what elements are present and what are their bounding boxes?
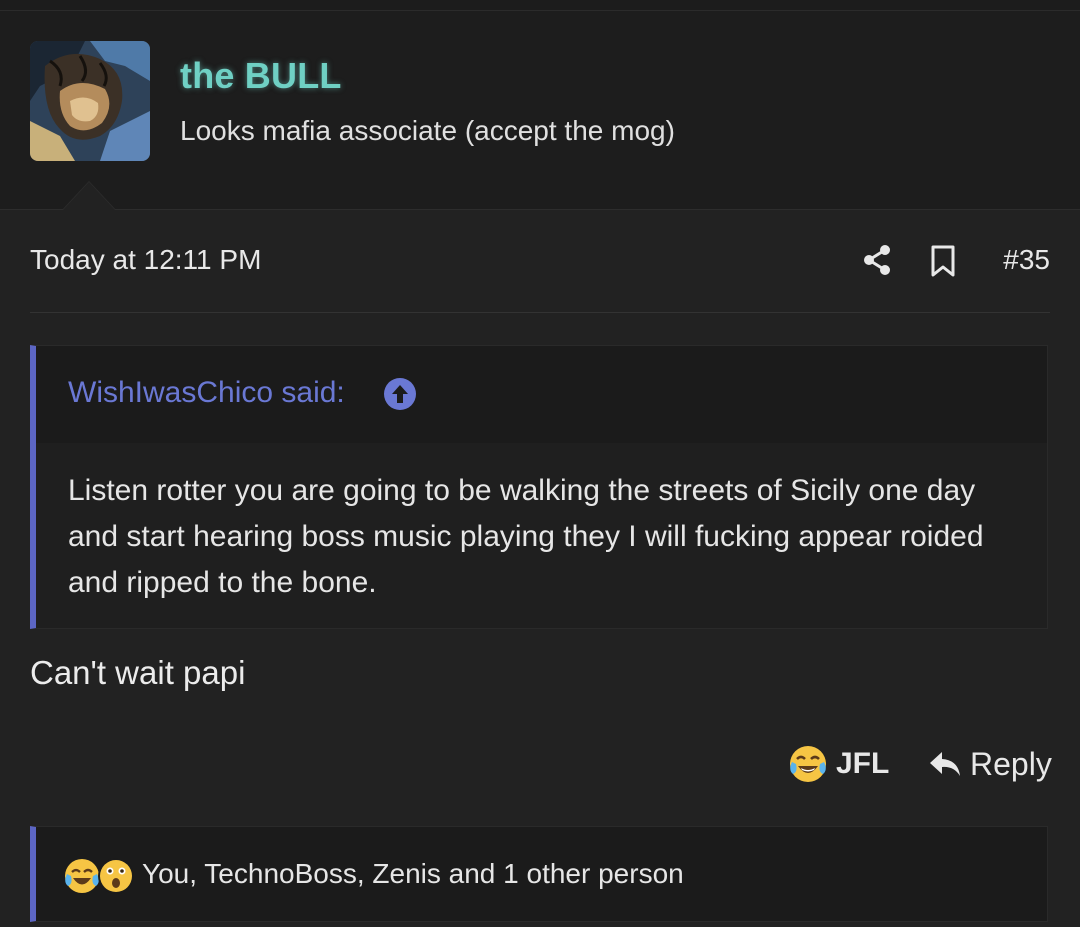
quote-text: Listen rotter you are going to be walkin… <box>68 474 984 599</box>
post-body: Can't wait papi <box>30 654 246 691</box>
reactions-summary-text[interactable]: You, TechnoBoss, Zenis and 1 other perso… <box>142 858 684 890</box>
user-avatar[interactable] <box>30 41 150 161</box>
avatar-image <box>30 41 150 161</box>
crying-laughing-emoji <box>65 859 99 893</box>
post-meta: Today at 12:11 PM #35 <box>30 240 1050 284</box>
reaction-icons <box>62 855 142 897</box>
post-actions: JFL Reply <box>0 740 1080 790</box>
arrow-up-circle-icon[interactable] <box>383 377 417 411</box>
forum-post: the BULL Looks mafia associate (accept t… <box>0 0 1080 927</box>
avatar-pointer <box>63 182 115 210</box>
user-header: the BULL Looks mafia associate (accept t… <box>0 11 1080 210</box>
crying-laughing-emoji <box>790 746 826 782</box>
user-title: Looks mafia associate (accept the mog) <box>180 115 675 146</box>
top-divider <box>0 0 1080 11</box>
bookmark-icon[interactable] <box>928 244 958 278</box>
reaction-summary-icons <box>65 858 134 894</box>
reply-button[interactable]: Reply <box>928 742 1052 786</box>
jfl-label: JFL <box>836 747 890 780</box>
jfl-reaction-button[interactable]: JFL <box>788 742 889 786</box>
astonished-emoji <box>98 858 134 894</box>
reply-label: Reply <box>970 745 1052 782</box>
quote-author[interactable]: WishIwasChico said: <box>68 376 345 410</box>
share-icon[interactable] <box>860 243 894 277</box>
quote-header: WishIwasChico said: <box>36 346 1047 443</box>
quote-block: WishIwasChico said: Listen rotter you ar… <box>30 345 1048 629</box>
post-number[interactable]: #35 <box>1003 244 1050 276</box>
meta-divider <box>30 312 1050 313</box>
post-date[interactable]: Today at 12:11 PM <box>30 244 261 276</box>
reactions-summary[interactable]: You, TechnoBoss, Zenis and 1 other perso… <box>30 826 1048 922</box>
reply-arrow-icon <box>930 752 960 776</box>
username[interactable]: the BULL <box>180 55 342 97</box>
